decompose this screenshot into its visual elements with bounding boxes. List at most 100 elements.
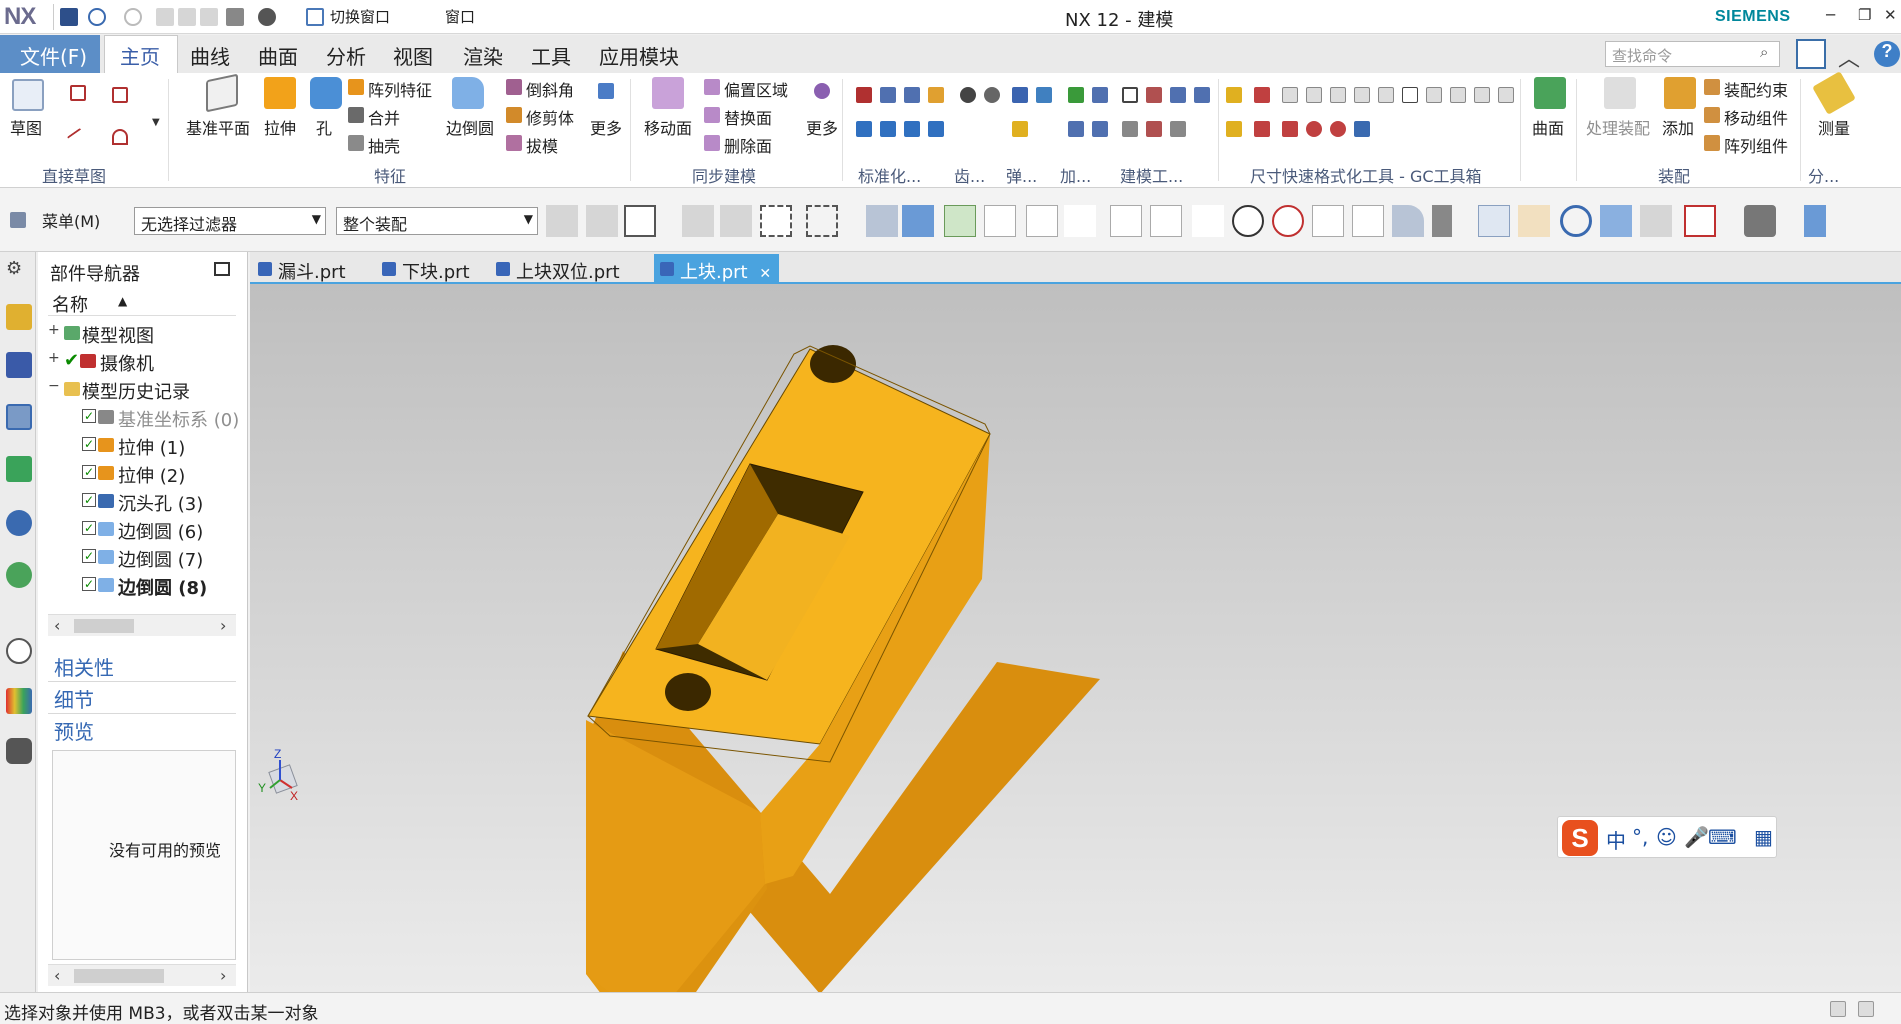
tab-tools[interactable]: 工具 bbox=[531, 41, 571, 70]
fit-view-icon[interactable] bbox=[1684, 205, 1716, 237]
dimension-tool-icon[interactable] bbox=[1378, 87, 1394, 103]
standard-part-icon[interactable] bbox=[856, 121, 872, 137]
add-feature-icon[interactable] bbox=[1092, 87, 1108, 103]
skin-icon[interactable]: ▦ bbox=[1754, 825, 1773, 849]
line-icon[interactable] bbox=[66, 127, 90, 151]
touch-mode-icon[interactable] bbox=[258, 8, 276, 26]
part-navigator-icon[interactable] bbox=[6, 404, 32, 430]
standard-part-icon[interactable] bbox=[904, 87, 920, 103]
tree-node[interactable]: + ✔ 摄像机 bbox=[48, 346, 236, 375]
select-box-icon[interactable] bbox=[760, 205, 792, 237]
chamfer-icon[interactable] bbox=[506, 79, 522, 95]
palette-icon[interactable] bbox=[6, 688, 32, 714]
dimension-tool-icon[interactable] bbox=[1498, 87, 1514, 103]
sogou-ime-icon[interactable]: S bbox=[1562, 820, 1598, 856]
select-tool-icon[interactable] bbox=[586, 205, 618, 237]
edge-blend-button[interactable]: 边倒圆 bbox=[446, 115, 494, 139]
dimension-tool-icon[interactable] bbox=[1254, 121, 1270, 137]
tree-node[interactable]: ✓ 边倒圆 (8) bbox=[48, 570, 236, 599]
standard-part-icon[interactable] bbox=[928, 87, 944, 103]
snap-curve-icon[interactable] bbox=[1150, 205, 1182, 237]
tab-home[interactable]: 主页 bbox=[120, 41, 160, 70]
restore-icon[interactable]: ❐ bbox=[1858, 6, 1871, 24]
modeling-tool-icon[interactable] bbox=[1170, 121, 1186, 137]
command-search-input[interactable]: 查找命令 bbox=[1605, 41, 1780, 67]
move-component-button[interactable]: 移动组件 bbox=[1724, 105, 1788, 129]
offset-region-icon[interactable] bbox=[704, 79, 720, 95]
reuse-library-icon[interactable] bbox=[6, 456, 32, 482]
dimension-tool-icon[interactable] bbox=[1282, 121, 1298, 137]
add-feature-icon[interactable] bbox=[1068, 121, 1084, 137]
dependencies-panel-header[interactable]: 相关性 bbox=[48, 652, 236, 682]
paste-icon[interactable] bbox=[200, 8, 218, 26]
select-tool-icon[interactable] bbox=[682, 205, 714, 237]
pattern-component-icon[interactable] bbox=[1704, 135, 1720, 151]
dimension-tool-icon[interactable] bbox=[1354, 87, 1370, 103]
modeling-tool-icon[interactable] bbox=[1170, 87, 1186, 103]
chevron-down-icon[interactable]: ▼ bbox=[152, 117, 160, 128]
help-icon[interactable]: ? bbox=[1874, 41, 1900, 67]
trim-body-icon[interactable] bbox=[506, 107, 522, 123]
document-tab-active[interactable]: 上块.prt ✕ bbox=[654, 254, 780, 284]
role-icon[interactable] bbox=[6, 738, 32, 764]
type-filter-select[interactable]: 无选择过滤器 ▼ bbox=[134, 207, 326, 235]
standard-part-icon[interactable] bbox=[856, 87, 872, 103]
spring-icon[interactable] bbox=[1036, 87, 1052, 103]
view-tool-icon[interactable] bbox=[1518, 205, 1550, 237]
more-features-button[interactable]: 更多 bbox=[590, 115, 622, 139]
add-component-button[interactable]: 添加 bbox=[1662, 115, 1694, 139]
save-icon[interactable] bbox=[60, 8, 78, 26]
view-tool-icon[interactable] bbox=[1640, 205, 1672, 237]
horizontal-scrollbar[interactable]: ‹ › bbox=[48, 964, 236, 986]
preview-panel-header[interactable]: 预览 bbox=[48, 716, 236, 746]
select-tool-icon[interactable] bbox=[546, 205, 578, 237]
tree-node[interactable]: ✓ 拉伸 (1) bbox=[48, 430, 236, 459]
document-tab[interactable]: 下块.prt bbox=[376, 254, 478, 284]
datum-plane-icon[interactable] bbox=[206, 73, 238, 113]
visibility-checkbox[interactable]: ✓ bbox=[82, 577, 96, 591]
tab-render[interactable]: 渲染 bbox=[463, 41, 503, 70]
history-icon[interactable] bbox=[6, 638, 32, 664]
surface-button[interactable]: 曲面 bbox=[1532, 115, 1564, 139]
add-feature-icon[interactable] bbox=[1068, 87, 1084, 103]
sketch-icon[interactable] bbox=[12, 79, 44, 111]
edge-blend-icon[interactable] bbox=[452, 77, 484, 109]
document-tab[interactable]: 漏斗.prt bbox=[252, 254, 354, 284]
ime-language-toggle[interactable]: 中 bbox=[1606, 825, 1626, 854]
replace-face-icon[interactable] bbox=[704, 107, 720, 123]
unite-icon[interactable] bbox=[348, 107, 364, 123]
assembly-constraint-icon[interactable] bbox=[1704, 79, 1720, 95]
details-panel-header[interactable]: 细节 bbox=[48, 684, 236, 714]
punctuation-icon[interactable]: °, bbox=[1632, 825, 1648, 849]
keyboard-icon[interactable]: ⌨ bbox=[1708, 825, 1737, 849]
standard-part-icon[interactable] bbox=[928, 121, 944, 137]
chevron-left-icon[interactable]: ‹ bbox=[54, 966, 60, 985]
select-tool-icon[interactable] bbox=[720, 205, 752, 237]
cut-icon[interactable] bbox=[156, 8, 174, 26]
snap-endpoint-icon[interactable] bbox=[984, 205, 1016, 237]
datum-plane-button[interactable]: 基准平面 bbox=[186, 115, 250, 139]
copy-icon[interactable] bbox=[178, 8, 196, 26]
body-select-icon[interactable] bbox=[902, 205, 934, 237]
gear-icon[interactable] bbox=[960, 87, 976, 103]
spring-icon[interactable] bbox=[1012, 87, 1028, 103]
modeling-tool-icon[interactable] bbox=[1122, 87, 1138, 103]
dimension-tool-icon[interactable] bbox=[1254, 87, 1270, 103]
emoji-icon[interactable]: ☺ bbox=[1656, 825, 1677, 849]
add-feature-icon[interactable] bbox=[1092, 121, 1108, 137]
unite-button[interactable]: 合并 bbox=[368, 105, 400, 129]
view-tool-icon[interactable] bbox=[1600, 205, 1632, 237]
dimension-tool-icon[interactable] bbox=[1226, 87, 1242, 103]
tab-analysis[interactable]: 分析 bbox=[326, 41, 366, 70]
dimension-tool-icon[interactable] bbox=[1450, 87, 1466, 103]
gear-icon[interactable] bbox=[984, 87, 1000, 103]
tree-node[interactable]: + 模型视图 bbox=[48, 318, 236, 347]
snap-intersection-icon[interactable] bbox=[1110, 205, 1142, 237]
ime-toolbar[interactable]: S 中 °, ☺ 🎤 ⌨ ▦ bbox=[1557, 816, 1777, 858]
dimension-tool-icon[interactable] bbox=[1354, 121, 1370, 137]
visibility-checkbox[interactable]: ✓ bbox=[82, 437, 96, 451]
render-style-icon[interactable] bbox=[1744, 205, 1776, 237]
selection-scope-select[interactable]: 整个装配 ▼ bbox=[336, 207, 538, 235]
add-component-icon[interactable] bbox=[1664, 77, 1696, 109]
delete-face-icon[interactable] bbox=[704, 135, 720, 151]
